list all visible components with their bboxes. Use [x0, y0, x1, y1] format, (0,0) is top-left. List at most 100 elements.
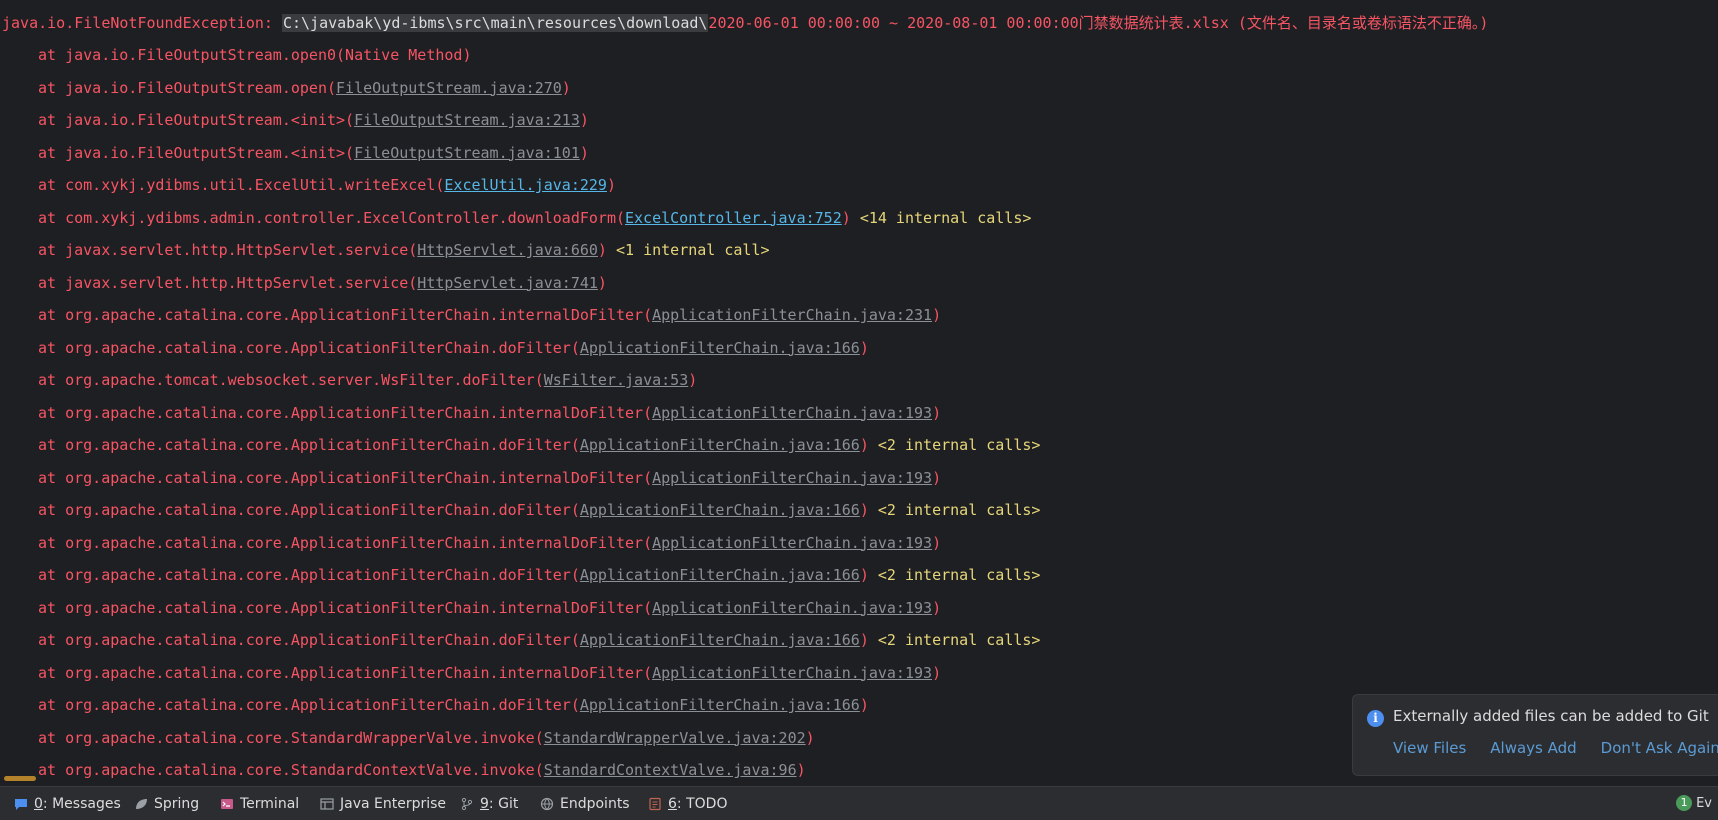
info-icon: i	[1367, 710, 1384, 727]
always-add-link[interactable]: Always Add	[1490, 739, 1576, 757]
frame-source-link[interactable]: FileOutputStream.java:270	[336, 79, 562, 97]
frame-source-link[interactable]: ApplicationFilterChain.java:193	[652, 599, 932, 617]
stack-frame-line: at org.apache.catalina.core.ApplicationF…	[38, 663, 942, 682]
frame-source-link[interactable]: ApplicationFilterChain.java:166	[580, 566, 860, 584]
frame-method: at java.io.FileOutputStream.open	[38, 78, 327, 97]
stack-frame-line: at java.io.FileOutputStream.<init>(FileO…	[38, 111, 589, 129]
tool-git-label: : Git	[488, 796, 519, 812]
stack-frame-line: at org.apache.catalina.core.ApplicationF…	[38, 533, 942, 552]
frame-method: at org.apache.catalina.core.ApplicationF…	[38, 338, 571, 357]
stack-frame-line: at java.io.FileOutputStream.open0(Native…	[38, 46, 472, 64]
tool-endpoints-label: Endpoints	[560, 796, 630, 812]
frame-source-link[interactable]: ApplicationFilterChain.java:193	[652, 534, 932, 552]
stack-frame-line: at org.apache.catalina.core.ApplicationF…	[38, 468, 942, 487]
frame-source-link[interactable]: ApplicationFilterChain.java:193	[652, 664, 932, 682]
stack-frame-line: at javax.servlet.http.HttpServlet.servic…	[38, 241, 770, 259]
frame-source-link[interactable]: HttpServlet.java:660	[417, 241, 598, 259]
spring-icon	[136, 799, 147, 809]
frame-source-link[interactable]: ApplicationFilterChain.java:231	[652, 306, 932, 324]
tool-git-mnemonic: 9	[480, 796, 489, 812]
frame-source-link[interactable]: FileOutputStream.java:101	[354, 144, 580, 162]
internal-calls-fold[interactable]: <2 internal calls>	[878, 501, 1041, 519]
horizontal-scrollbar-thumb[interactable]	[4, 776, 36, 781]
frame-method: at org.apache.catalina.core.ApplicationF…	[38, 533, 644, 552]
view-files-link[interactable]: View Files	[1393, 739, 1466, 757]
frame-source-link[interactable]: ApplicationFilterChain.java:166	[580, 501, 860, 519]
frame-source-link[interactable]: HttpServlet.java:741	[417, 274, 598, 292]
stack-frame-line: at java.io.FileOutputStream.open(FileOut…	[38, 78, 571, 97]
frame-source-link[interactable]: ExcelController.java:752	[625, 209, 842, 227]
clipped-previous-line	[0, 0, 1718, 4]
frame-source-link[interactable]: ApplicationFilterChain.java:166	[580, 436, 860, 454]
tool-endpoints[interactable]: Endpoints	[540, 787, 630, 820]
notification-actions: View Files Always Add Don't Ask Again	[1393, 739, 1718, 757]
tool-messages[interactable]: 0: Messages	[14, 787, 121, 820]
internal-calls-fold[interactable]: <2 internal calls>	[878, 631, 1041, 649]
event-log-label: Ev	[1696, 795, 1712, 811]
event-log-button[interactable]: 1 Ev	[1676, 795, 1712, 811]
console-output[interactable]: java.io.FileNotFoundException: C:\javaba…	[0, 0, 1718, 778]
frame-method: at java.io.FileOutputStream.<init>	[38, 143, 346, 162]
git-branch-icon	[461, 797, 473, 811]
tool-todo[interactable]: 6: TODO	[648, 787, 727, 820]
frame-method: at com.xykj.ydibms.admin.controller.Exce…	[38, 208, 616, 227]
tool-git[interactable]: 9: Git	[460, 787, 518, 820]
stack-frame-line: at org.apache.catalina.core.StandardCont…	[38, 761, 806, 778]
frame-method: at java.io.FileOutputStream.open0	[38, 46, 337, 64]
dont-ask-again-link[interactable]: Don't Ask Again	[1601, 739, 1718, 757]
terminal-icon	[221, 799, 233, 809]
frame-method: at org.apache.catalina.core.ApplicationF…	[38, 566, 571, 584]
tool-spring[interactable]: Spring	[134, 787, 199, 820]
frame-method: at org.apache.catalina.core.ApplicationF…	[38, 436, 571, 454]
bottom-tool-window-bar: 0: Messages Spring Terminal Java Enterpr…	[0, 786, 1718, 820]
frame-source-link[interactable]: ApplicationFilterChain.java:166	[580, 696, 860, 714]
stack-frame-line: at org.apache.catalina.core.StandardWrap…	[38, 728, 815, 747]
frame-source-link[interactable]: ApplicationFilterChain.java:166	[580, 631, 860, 649]
tool-terminal[interactable]: Terminal	[220, 787, 299, 820]
frame-method: at javax.servlet.http.HttpServlet.servic…	[38, 241, 409, 259]
exception-class: java.io.FileNotFoundException:	[2, 14, 282, 32]
event-count-badge: 1	[1676, 795, 1693, 811]
frame-source-link[interactable]: ApplicationFilterChain.java:166	[580, 339, 860, 357]
frame-method: at org.apache.catalina.core.ApplicationF…	[38, 598, 644, 617]
frame-source-link[interactable]: StandardWrapperValve.java:202	[544, 729, 806, 747]
frame-source-link[interactable]: ExcelUtil.java:229	[444, 176, 607, 194]
notification-message: Externally added files can be added to G…	[1393, 707, 1709, 725]
stack-frame-line: at org.apache.catalina.core.ApplicationF…	[38, 436, 1041, 454]
frame-method: at org.apache.catalina.core.ApplicationF…	[38, 403, 644, 422]
stack-frame-line: at org.apache.catalina.core.ApplicationF…	[38, 566, 1041, 584]
selected-path[interactable]: C:\javabak\yd-ibms\src\main\resources\do…	[281, 14, 709, 32]
stack-frame-line: at com.xykj.ydibms.util.ExcelUtil.writeE…	[38, 176, 616, 194]
frame-method: at org.apache.catalina.core.ApplicationF…	[38, 468, 644, 487]
frame-method: at org.apache.catalina.core.ApplicationF…	[38, 631, 571, 649]
frame-source-link[interactable]: ApplicationFilterChain.java:193	[652, 404, 932, 422]
tool-messages-label: : Messages	[42, 796, 121, 812]
internal-calls-fold[interactable]: <2 internal calls>	[878, 436, 1041, 454]
frame-source-link[interactable]: FileOutputStream.java:213	[354, 111, 580, 129]
stack-frame-line: at org.apache.catalina.core.ApplicationF…	[38, 338, 869, 357]
internal-calls-fold[interactable]: <2 internal calls>	[878, 566, 1041, 584]
tool-todo-label: : TODO	[676, 796, 728, 812]
git-notification-toast: i Externally added files can be added to…	[1352, 694, 1718, 776]
frame-method: at org.apache.catalina.core.StandardCont…	[38, 761, 535, 778]
stack-frame-line: at org.apache.catalina.core.ApplicationF…	[38, 598, 942, 617]
stack-frame-line: at org.apache.catalina.core.ApplicationF…	[38, 403, 942, 422]
frame-source-link[interactable]: ApplicationFilterChain.java:193	[652, 469, 932, 487]
frame-native-note: Native Method	[345, 46, 463, 64]
stack-frame-line: at java.io.FileOutputStream.<init>(FileO…	[38, 143, 589, 162]
endpoints-icon	[540, 797, 554, 811]
internal-calls-fold[interactable]: <1 internal call>	[616, 241, 770, 259]
stack-frame-line: at org.apache.catalina.core.ApplicationF…	[38, 306, 942, 324]
internal-calls-fold[interactable]: <14 internal calls>	[860, 209, 1032, 227]
frame-source-link[interactable]: StandardContextValve.java:96	[544, 761, 797, 778]
tool-java-enterprise[interactable]: Java Enterprise	[320, 787, 446, 820]
stack-frame-line: at org.apache.catalina.core.ApplicationF…	[38, 696, 869, 714]
tool-java-enterprise-label: Java Enterprise	[340, 796, 447, 812]
frame-method: at org.apache.catalina.core.ApplicationF…	[38, 306, 644, 324]
tool-todo-mnemonic: 6	[668, 796, 677, 812]
frame-source-link[interactable]: WsFilter.java:53	[544, 371, 689, 389]
frame-method: at org.apache.catalina.core.ApplicationF…	[38, 501, 571, 519]
frame-method: at org.apache.catalina.core.StandardWrap…	[38, 728, 535, 747]
tool-spring-label: Spring	[154, 796, 200, 812]
frame-method: at org.apache.catalina.core.ApplicationF…	[38, 663, 644, 682]
